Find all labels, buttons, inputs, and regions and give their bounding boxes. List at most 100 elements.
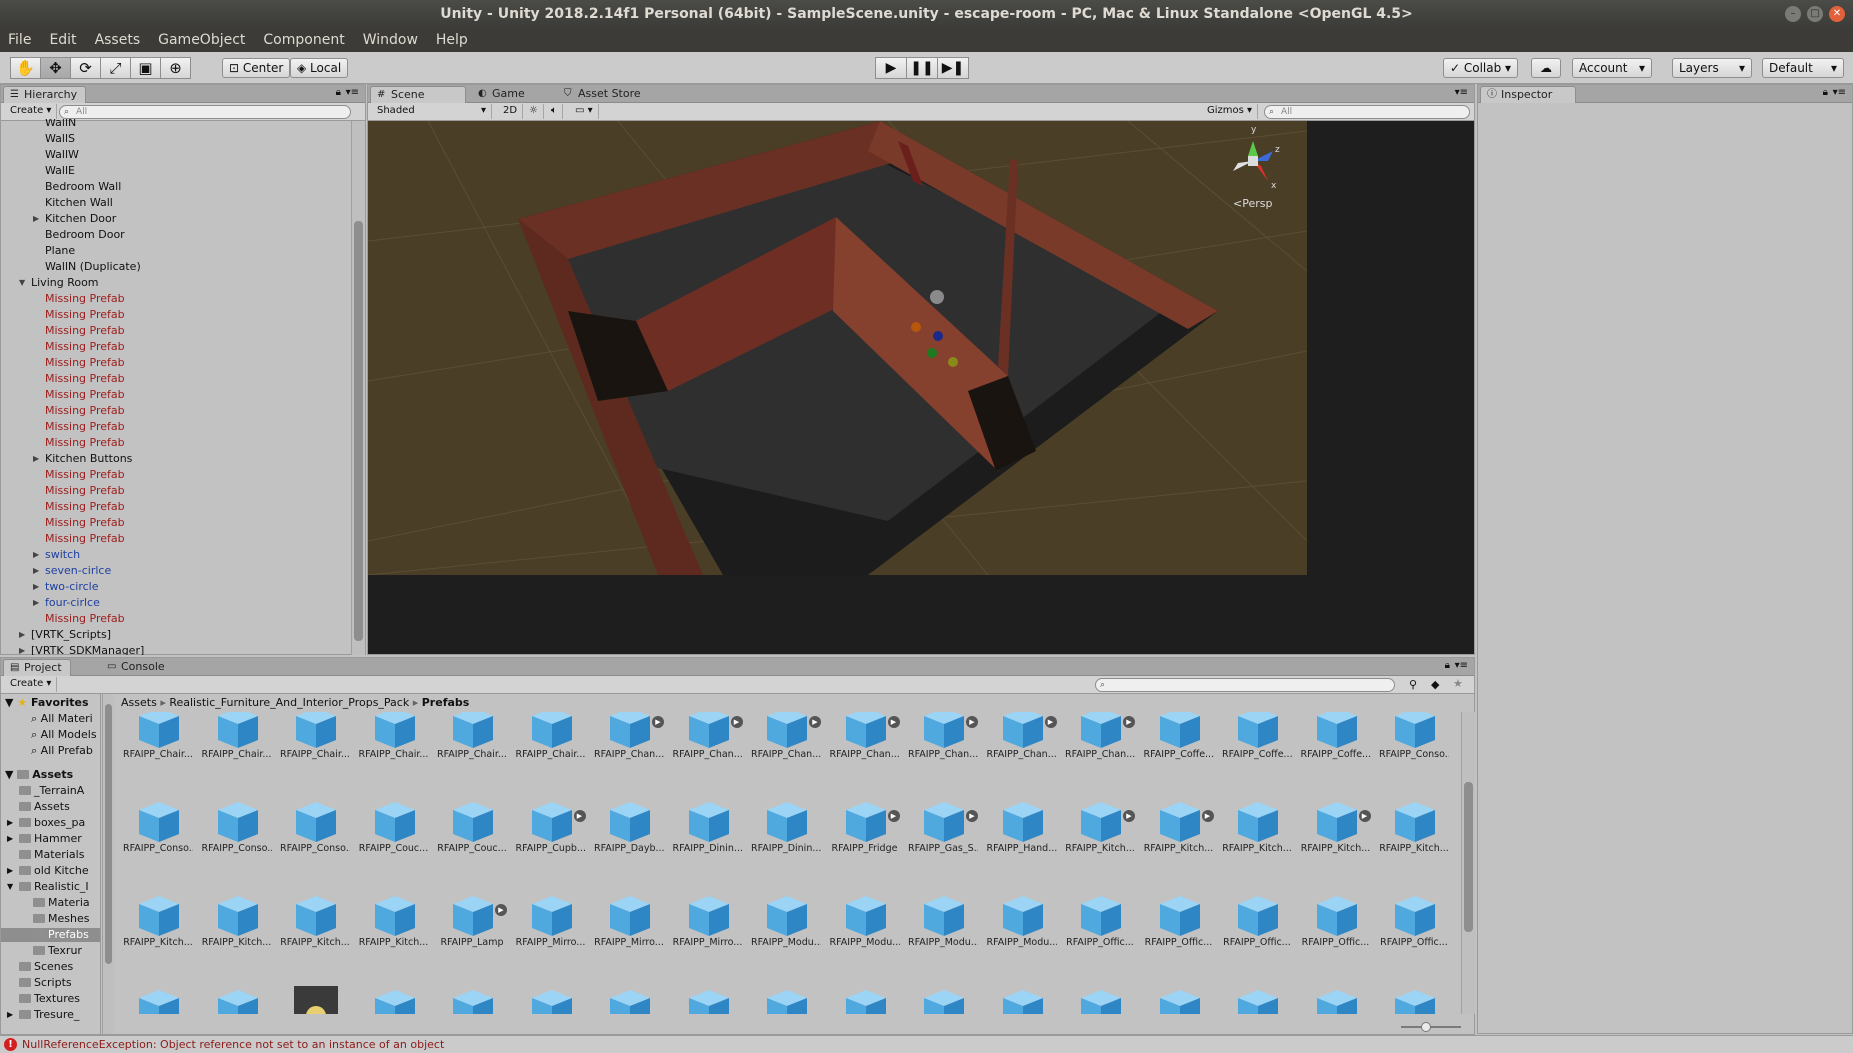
hierarchy-row[interactable]: ▶ switch: [33, 547, 80, 563]
play-icon[interactable]: ▶: [875, 57, 907, 79]
hierarchy-row[interactable]: ▶ four-cirlce: [33, 595, 100, 611]
hierarchy-row[interactable]: Plane: [45, 243, 75, 259]
breadcrumb-assets[interactable]: Assets: [121, 696, 157, 709]
project-create-button[interactable]: Create ▾: [5, 677, 58, 692]
layout-dropdown[interactable]: Default ▾: [1762, 58, 1844, 78]
folder-row[interactable]: ▼ Realistic_I: [7, 880, 89, 894]
label-tag-icon[interactable]: ◆: [1431, 678, 1439, 691]
asset-item[interactable]: [675, 986, 741, 1014]
asset-item[interactable]: RFAIPP_Modu...: [830, 892, 900, 971]
asset-item[interactable]: ▶ RFAIPP_Chan...: [987, 712, 1057, 783]
hierarchy-row[interactable]: WallE: [45, 163, 75, 179]
asset-item[interactable]: RFAIPP_Offic...: [1380, 892, 1448, 971]
asset-item[interactable]: RFAIPP_Kitch...: [202, 892, 271, 971]
asset-item[interactable]: RFAIPP_Kitch...: [1222, 798, 1292, 877]
tab-game[interactable]: ◐ Game: [472, 86, 533, 103]
assets-header[interactable]: ▼ Assets: [5, 768, 73, 782]
asset-item[interactable]: RFAIPP_Conso...: [280, 798, 350, 877]
asset-item[interactable]: ▶ RFAIPP_Gas_S...: [908, 798, 978, 877]
asset-item[interactable]: [753, 986, 819, 1014]
asset-item[interactable]: RFAIPP_Mirro...: [516, 892, 585, 971]
asset-item[interactable]: RFAIPP_Modu...: [987, 892, 1057, 971]
account-dropdown[interactable]: Account ▾: [1572, 58, 1652, 78]
asset-item[interactable]: [1146, 986, 1212, 1014]
menu-edit[interactable]: Edit: [41, 32, 86, 48]
hierarchy-row[interactable]: ▼ Living Room: [19, 275, 99, 291]
breadcrumb-prefabs[interactable]: Prefabs: [422, 696, 470, 709]
asset-item[interactable]: RFAIPP_Kitch...: [1379, 798, 1449, 877]
expand-prefab-icon[interactable]: ▶: [887, 716, 900, 728]
gizmos-dropdown[interactable]: Gizmos ▾: [1202, 104, 1259, 119]
asset-item[interactable]: [989, 986, 1055, 1014]
asset-item[interactable]: RFAIPP_Kitch...: [123, 892, 193, 971]
folder-row[interactable]: ▶ boxes_pa: [7, 816, 85, 830]
asset-item[interactable]: RFAIPP_Modu...: [751, 892, 821, 971]
asset-item[interactable]: RFAIPP_Hand...: [987, 798, 1057, 877]
menu-help[interactable]: Help: [428, 32, 478, 48]
hierarchy-row[interactable]: Missing Prefab: [45, 483, 125, 499]
asset-item[interactable]: RFAIPP_Mirro...: [673, 892, 742, 971]
panel-menu-icon[interactable]: ▾≡: [346, 87, 359, 98]
lock-icon[interactable]: 🔒︎: [1823, 87, 1828, 98]
asset-item[interactable]: ▶ RFAIPP_Chan...: [908, 712, 978, 783]
transform-tool-icon[interactable]: ⊕: [160, 57, 191, 79]
tab-console[interactable]: ▭ Console: [101, 659, 173, 676]
folder-row[interactable]: Materials: [19, 848, 84, 862]
project-search-input[interactable]: ⌕: [1095, 678, 1395, 692]
pause-icon[interactable]: ❚❚: [906, 57, 938, 79]
zoom-slider-knob[interactable]: [1421, 1022, 1431, 1032]
expand-prefab-icon[interactable]: ▶: [1123, 810, 1135, 822]
panel-menu-icon[interactable]: ▾≡: [1833, 87, 1846, 98]
minimize-icon[interactable]: –: [1785, 6, 1801, 22]
asset-item[interactable]: RFAIPP_Coffe...: [1301, 712, 1371, 783]
asset-item[interactable]: [596, 986, 662, 1014]
hierarchy-row[interactable]: Bedroom Wall: [45, 179, 121, 195]
asset-grid-scrollbar[interactable]: [1461, 712, 1475, 1014]
hierarchy-row[interactable]: Missing Prefab: [45, 403, 125, 419]
asset-item[interactable]: ▶ RFAIPP_Chan...: [751, 712, 821, 783]
scene-viewport[interactable]: y z x <Persp: [368, 121, 1307, 575]
expand-prefab-icon[interactable]: ▶: [1201, 810, 1214, 822]
panel-menu-icon[interactable]: ▾≡: [1455, 87, 1468, 98]
hierarchy-row[interactable]: Missing Prefab: [45, 339, 125, 355]
panel-menu-icon[interactable]: ▾≡: [1455, 660, 1468, 671]
effects-dropdown[interactable]: ▭ ▾: [570, 104, 599, 119]
hierarchy-row[interactable]: Missing Prefab: [45, 355, 125, 371]
menu-gameobject[interactable]: GameObject: [150, 32, 255, 48]
filter-type-icon[interactable]: ⚲: [1409, 678, 1417, 691]
folder-row[interactable]: Textures: [19, 992, 80, 1006]
folder-row[interactable]: Scripts: [19, 976, 72, 990]
expand-prefab-icon[interactable]: ▶: [495, 904, 507, 916]
scene-search-input[interactable]: ⌕ All: [1264, 105, 1470, 119]
hierarchy-row[interactable]: Missing Prefab: [45, 515, 125, 531]
lock-icon[interactable]: 🔒︎: [336, 87, 341, 98]
favorite-all-models[interactable]: ⌕ All Models: [31, 728, 97, 742]
chevron-right-icon[interactable]: ▶: [19, 627, 25, 643]
asset-item[interactable]: RFAIPP_Chair...: [123, 712, 193, 783]
hierarchy-row[interactable]: Missing Prefab: [45, 435, 125, 451]
hierarchy-row[interactable]: Missing Prefab: [45, 499, 125, 515]
folder-tree-scrollbar[interactable]: [102, 694, 114, 1034]
close-icon[interactable]: ✕: [1829, 6, 1845, 22]
rect-tool-icon[interactable]: ▣: [130, 57, 161, 79]
hierarchy-row[interactable]: ▶ [VRTK_SDKManager]: [19, 643, 144, 655]
hierarchy-row[interactable]: WallN: [45, 119, 76, 131]
breadcrumb-pack[interactable]: Realistic_Furniture_And_Interior_Props_P…: [169, 696, 409, 709]
asset-item[interactable]: ▶ RFAIPP_Lamp: [439, 892, 507, 971]
asset-item[interactable]: RFAIPP_Offic...: [1066, 892, 1134, 971]
scene-render[interactable]: [368, 121, 1307, 575]
asset-item[interactable]: RFAIPP_Offic...: [1302, 892, 1369, 971]
asset-item[interactable]: [204, 986, 270, 1014]
asset-item[interactable]: RFAIPP_Modu...: [908, 892, 978, 971]
asset-item[interactable]: ▶ RFAIPP_Chan...: [830, 712, 900, 783]
folder-row[interactable]: ▶ Tresure_: [7, 1008, 79, 1022]
hierarchy-row[interactable]: ▶ seven-cirlce: [33, 563, 111, 579]
hierarchy-row[interactable]: Missing Prefab: [45, 307, 125, 323]
hierarchy-create-button[interactable]: Create ▾: [5, 104, 58, 119]
hierarchy-row[interactable]: Kitchen Wall: [45, 195, 113, 211]
expand-prefab-icon[interactable]: ▶: [887, 810, 900, 822]
asset-item[interactable]: [1303, 986, 1369, 1014]
shading-dropdown[interactable]: Shaded ▾: [372, 104, 492, 119]
hierarchy-row[interactable]: ▶ two-circle: [33, 579, 98, 595]
chevron-down-icon[interactable]: ▼: [7, 880, 13, 894]
